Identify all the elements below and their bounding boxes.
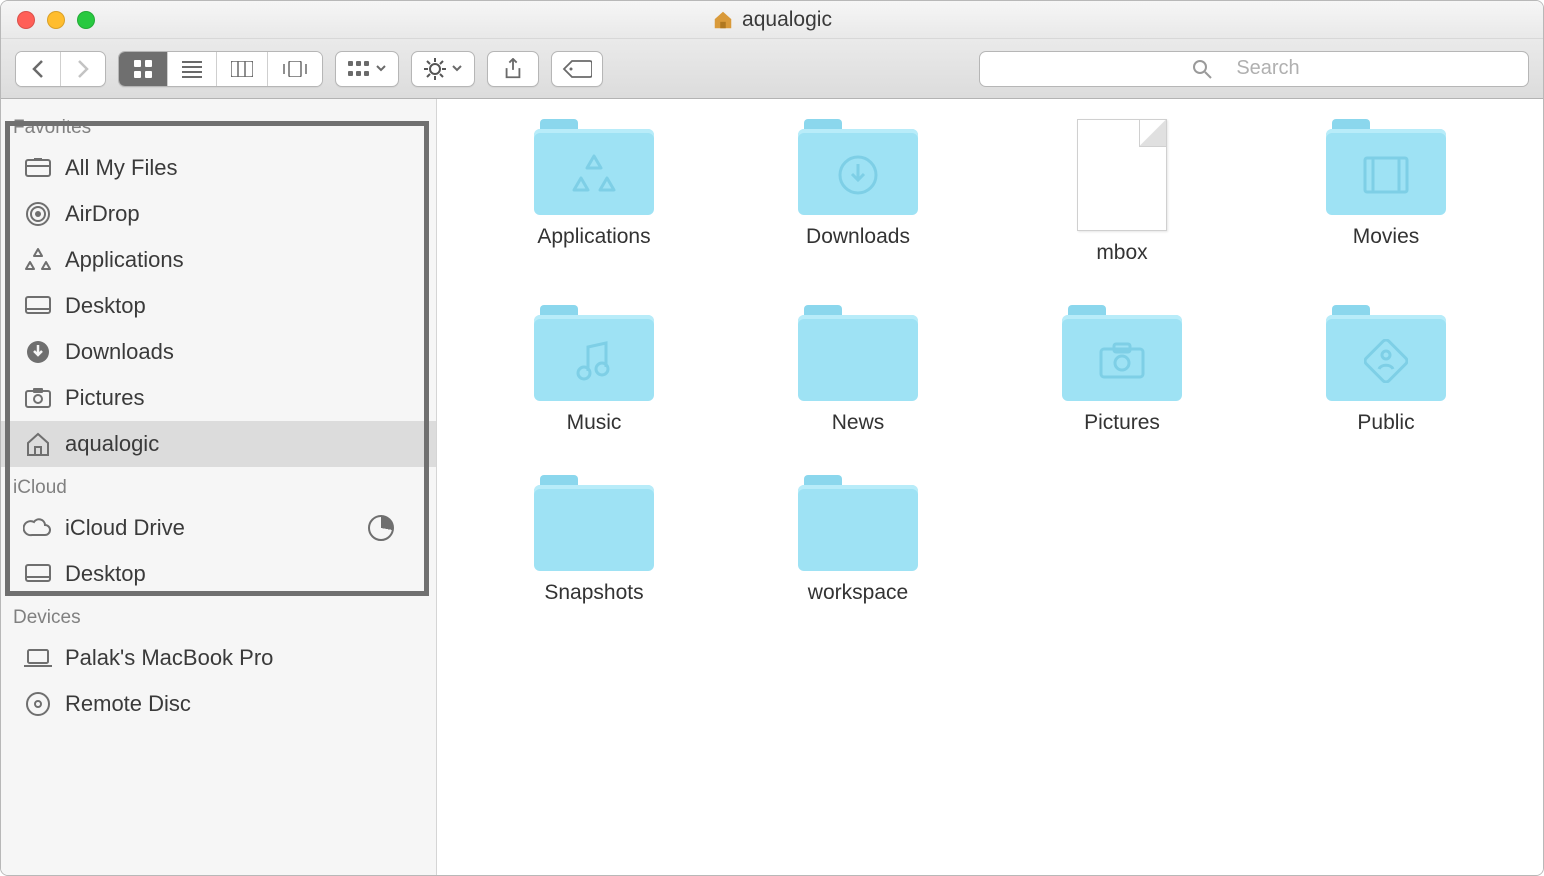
grid-item-label: Music — [567, 411, 622, 435]
grid-item-label: News — [832, 411, 885, 435]
grid-item-label: Snapshots — [544, 581, 643, 605]
grid-item-label: Downloads — [806, 225, 910, 249]
grid-item-label: Movies — [1353, 225, 1420, 249]
grid-item-public[interactable]: Public — [1259, 305, 1513, 435]
sidebar-section-label: Devices — [1, 597, 436, 635]
desktop-icon — [23, 291, 53, 321]
sidebar-item-airdrop[interactable]: AirDrop — [1, 191, 436, 237]
icon-view-button[interactable] — [119, 52, 168, 86]
folder-icon — [1326, 119, 1446, 215]
grid-item-label: Applications — [537, 225, 650, 249]
grid-item-workspace[interactable]: workspace — [731, 475, 985, 605]
pictures-icon — [23, 383, 53, 413]
sidebar-item-palak-s-macbook-pro[interactable]: Palak's MacBook Pro — [1, 635, 436, 681]
sidebar-section-label: Favorites — [1, 107, 436, 145]
folder-icon — [534, 475, 654, 571]
list-view-button[interactable] — [168, 52, 217, 86]
sidebar: Favorites All My Files AirDrop Applications… — [1, 99, 437, 875]
file-icon — [1062, 119, 1182, 231]
zoom-window-button[interactable] — [77, 11, 95, 29]
finder-window: aqualogic — [0, 0, 1544, 876]
downloads-icon — [23, 337, 53, 367]
sidebar-item-label: Desktop — [65, 293, 146, 319]
cloud-icon — [23, 513, 53, 543]
grid-item-news[interactable]: News — [731, 305, 985, 435]
sidebar-item-pictures[interactable]: Pictures — [1, 375, 436, 421]
view-buttons — [118, 51, 323, 87]
window-title-container: aqualogic — [1, 8, 1543, 32]
traffic-lights — [17, 11, 95, 29]
grid-item-snapshots[interactable]: Snapshots — [467, 475, 721, 605]
sidebar-item-label: Downloads — [65, 339, 174, 365]
folder-icon — [534, 119, 654, 215]
search-icon — [1192, 59, 1212, 79]
airdrop-icon — [23, 199, 53, 229]
sidebar-item-label: Desktop — [65, 561, 146, 587]
sidebar-item-label: Remote Disc — [65, 691, 191, 717]
grid-item-label: workspace — [808, 581, 908, 605]
search-field[interactable] — [979, 51, 1529, 87]
sidebar-item-label: AirDrop — [65, 201, 140, 227]
grid-item-mbox[interactable]: mbox — [995, 119, 1249, 265]
folder-icon — [798, 119, 918, 215]
grid-item-label: Public — [1357, 411, 1414, 435]
folder-icon — [798, 305, 918, 401]
nav-buttons — [15, 51, 106, 87]
grid-item-pictures[interactable]: Pictures — [995, 305, 1249, 435]
sidebar-item-all-my-files[interactable]: All My Files — [1, 145, 436, 191]
sidebar-item-label: iCloud Drive — [65, 515, 185, 541]
disc-icon — [23, 689, 53, 719]
body: Favorites All My Files AirDrop Applications… — [1, 99, 1543, 875]
sidebar-item-label: aqualogic — [65, 431, 159, 457]
home-icon — [23, 429, 53, 459]
content-area[interactable]: Applications Downloads mbox Movies Music News… — [437, 99, 1543, 875]
applications-icon — [23, 245, 53, 275]
grid-item-movies[interactable]: Movies — [1259, 119, 1513, 265]
sidebar-item-remote-disc[interactable]: Remote Disc — [1, 681, 436, 727]
sidebar-item-label: Pictures — [65, 385, 144, 411]
sidebar-item-desktop[interactable]: Desktop — [1, 551, 436, 597]
laptop-icon — [23, 643, 53, 673]
sidebar-item-aqualogic[interactable]: aqualogic — [1, 421, 436, 467]
grid-item-downloads[interactable]: Downloads — [731, 119, 985, 265]
desktop-icon — [23, 559, 53, 589]
tags-button[interactable] — [551, 51, 603, 87]
toolbar — [1, 39, 1543, 99]
gallery-view-button[interactable] — [268, 52, 322, 86]
folder-icon — [798, 475, 918, 571]
forward-button[interactable] — [61, 52, 105, 86]
action-menu-button[interactable] — [411, 51, 475, 87]
folder-icon — [1326, 305, 1446, 401]
sidebar-section-label: iCloud — [1, 467, 436, 505]
grid-item-applications[interactable]: Applications — [467, 119, 721, 265]
column-view-button[interactable] — [217, 52, 268, 86]
home-icon — [712, 9, 734, 31]
grid-item-label: Pictures — [1084, 411, 1160, 435]
close-window-button[interactable] — [17, 11, 35, 29]
sidebar-item-label: Palak's MacBook Pro — [65, 645, 273, 671]
sidebar-item-label: Applications — [65, 247, 184, 273]
icon-grid: Applications Downloads mbox Movies Music News… — [467, 119, 1513, 605]
sidebar-item-icloud-drive[interactable]: iCloud Drive — [1, 505, 436, 551]
back-button[interactable] — [16, 52, 61, 86]
grid-item-music[interactable]: Music — [467, 305, 721, 435]
folder-icon — [1062, 305, 1182, 401]
group-button[interactable] — [335, 51, 399, 87]
all-my-files-icon — [23, 153, 53, 183]
grid-item-label: mbox — [1096, 241, 1147, 265]
sidebar-item-downloads[interactable]: Downloads — [1, 329, 436, 375]
titlebar: aqualogic — [1, 1, 1543, 39]
sidebar-item-label: All My Files — [65, 155, 177, 181]
icloud-usage-icon — [368, 515, 394, 541]
search-input[interactable] — [1020, 57, 1516, 80]
sidebar-item-desktop[interactable]: Desktop — [1, 283, 436, 329]
share-button[interactable] — [487, 51, 539, 87]
minimize-window-button[interactable] — [47, 11, 65, 29]
window-title: aqualogic — [742, 8, 832, 32]
folder-icon — [534, 305, 654, 401]
sidebar-item-applications[interactable]: Applications — [1, 237, 436, 283]
